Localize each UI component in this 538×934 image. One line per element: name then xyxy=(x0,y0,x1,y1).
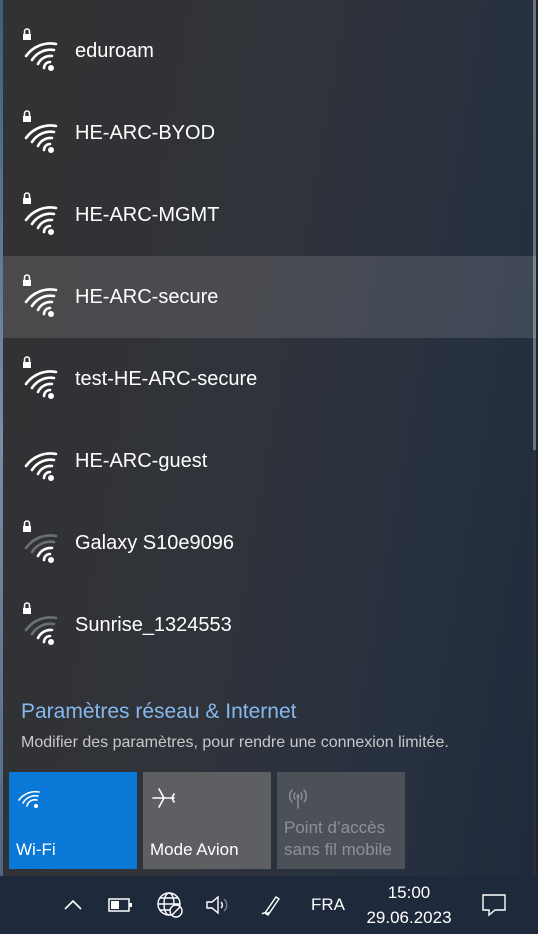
wifi-icon xyxy=(18,790,40,808)
speaker-icon xyxy=(206,895,228,915)
network-ssid: Sunrise_1324553 xyxy=(75,614,232,636)
network-ssid: HE-ARC-guest xyxy=(75,450,208,472)
hotspot-label-line1: Point d’accès xyxy=(284,818,386,837)
wifi-weak-secured-icon xyxy=(23,520,58,563)
network-list: eduroam HE-ARC-BYOD HE-ARC-MGMT HE-ARC-s… xyxy=(3,10,536,666)
network-item[interactable]: Sunrise_1324553 xyxy=(3,584,536,666)
battery-icon xyxy=(108,898,132,912)
network-ssid: test-HE-ARC-secure xyxy=(75,368,258,390)
wifi-secured-icon xyxy=(23,274,58,317)
hotspot-label-line2: sans fil mobile xyxy=(284,840,392,859)
network-settings-subtitle: Modifier des paramètres, pour rendre une… xyxy=(21,734,449,751)
volume-button[interactable] xyxy=(200,876,234,934)
pen-icon xyxy=(261,896,280,916)
network-ssid: HE-ARC-secure xyxy=(75,286,219,308)
network-item[interactable]: test-HE-ARC-secure xyxy=(3,338,536,420)
clock-time: 15:00 xyxy=(387,883,431,902)
battery-button[interactable] xyxy=(104,876,138,934)
input-language-button[interactable]: FRA xyxy=(306,876,350,934)
airplane-tile-label: Mode Avion xyxy=(150,840,239,859)
mobile-hotspot-tile[interactable]: Point d’accès sans fil mobile xyxy=(277,772,405,869)
network-item[interactable]: Galaxy S10e9096 xyxy=(3,502,536,584)
action-center-button[interactable] xyxy=(474,876,514,934)
airplane-mode-tile[interactable]: Mode Avion xyxy=(143,772,271,869)
chevron-up-icon xyxy=(64,899,82,910)
wifi-toggle-tile[interactable]: Wi-Fi xyxy=(9,772,137,869)
wifi-secured-icon xyxy=(23,110,58,153)
network-item-hovered[interactable]: HE-ARC-secure xyxy=(3,256,536,338)
network-settings-link[interactable]: Paramètres réseau & Internet xyxy=(21,700,296,724)
show-hidden-icons-button[interactable] xyxy=(58,876,88,934)
wifi-secured-icon xyxy=(23,28,58,71)
network-item[interactable]: eduroam xyxy=(3,10,536,92)
wifi-weak-secured-icon xyxy=(23,602,58,645)
wifi-tile-label: Wi-Fi xyxy=(16,840,56,859)
network-ssid: HE-ARC-BYOD xyxy=(75,122,216,144)
network-item[interactable]: HE-ARC-guest xyxy=(3,420,536,502)
wifi-secured-icon xyxy=(23,356,58,399)
clock-date: 29.06.2023 xyxy=(366,908,452,927)
hotspot-tile-label: Point d’accès sans fil mobile xyxy=(284,817,392,861)
globe-network-icon xyxy=(157,892,183,918)
network-ssid: HE-ARC-MGMT xyxy=(75,204,220,226)
hotspot-icon xyxy=(288,789,308,809)
network-item[interactable]: HE-ARC-MGMT xyxy=(3,174,536,256)
airplane-icon xyxy=(152,788,175,808)
notification-icon xyxy=(482,894,506,917)
network-ssid: eduroam xyxy=(75,40,154,62)
wifi-open-icon xyxy=(24,452,58,481)
network-item[interactable]: HE-ARC-BYOD xyxy=(3,92,536,174)
pen-workspace-button[interactable] xyxy=(254,876,288,934)
network-button[interactable] xyxy=(152,876,188,934)
taskbar: FRA 15:00 29.06.2023 xyxy=(0,876,538,934)
wifi-secured-icon xyxy=(23,192,58,235)
clock-button[interactable]: 15:00 29.06.2023 xyxy=(356,880,462,930)
input-language: FRA xyxy=(311,895,345,914)
network-ssid: Galaxy S10e9096 xyxy=(75,532,235,554)
